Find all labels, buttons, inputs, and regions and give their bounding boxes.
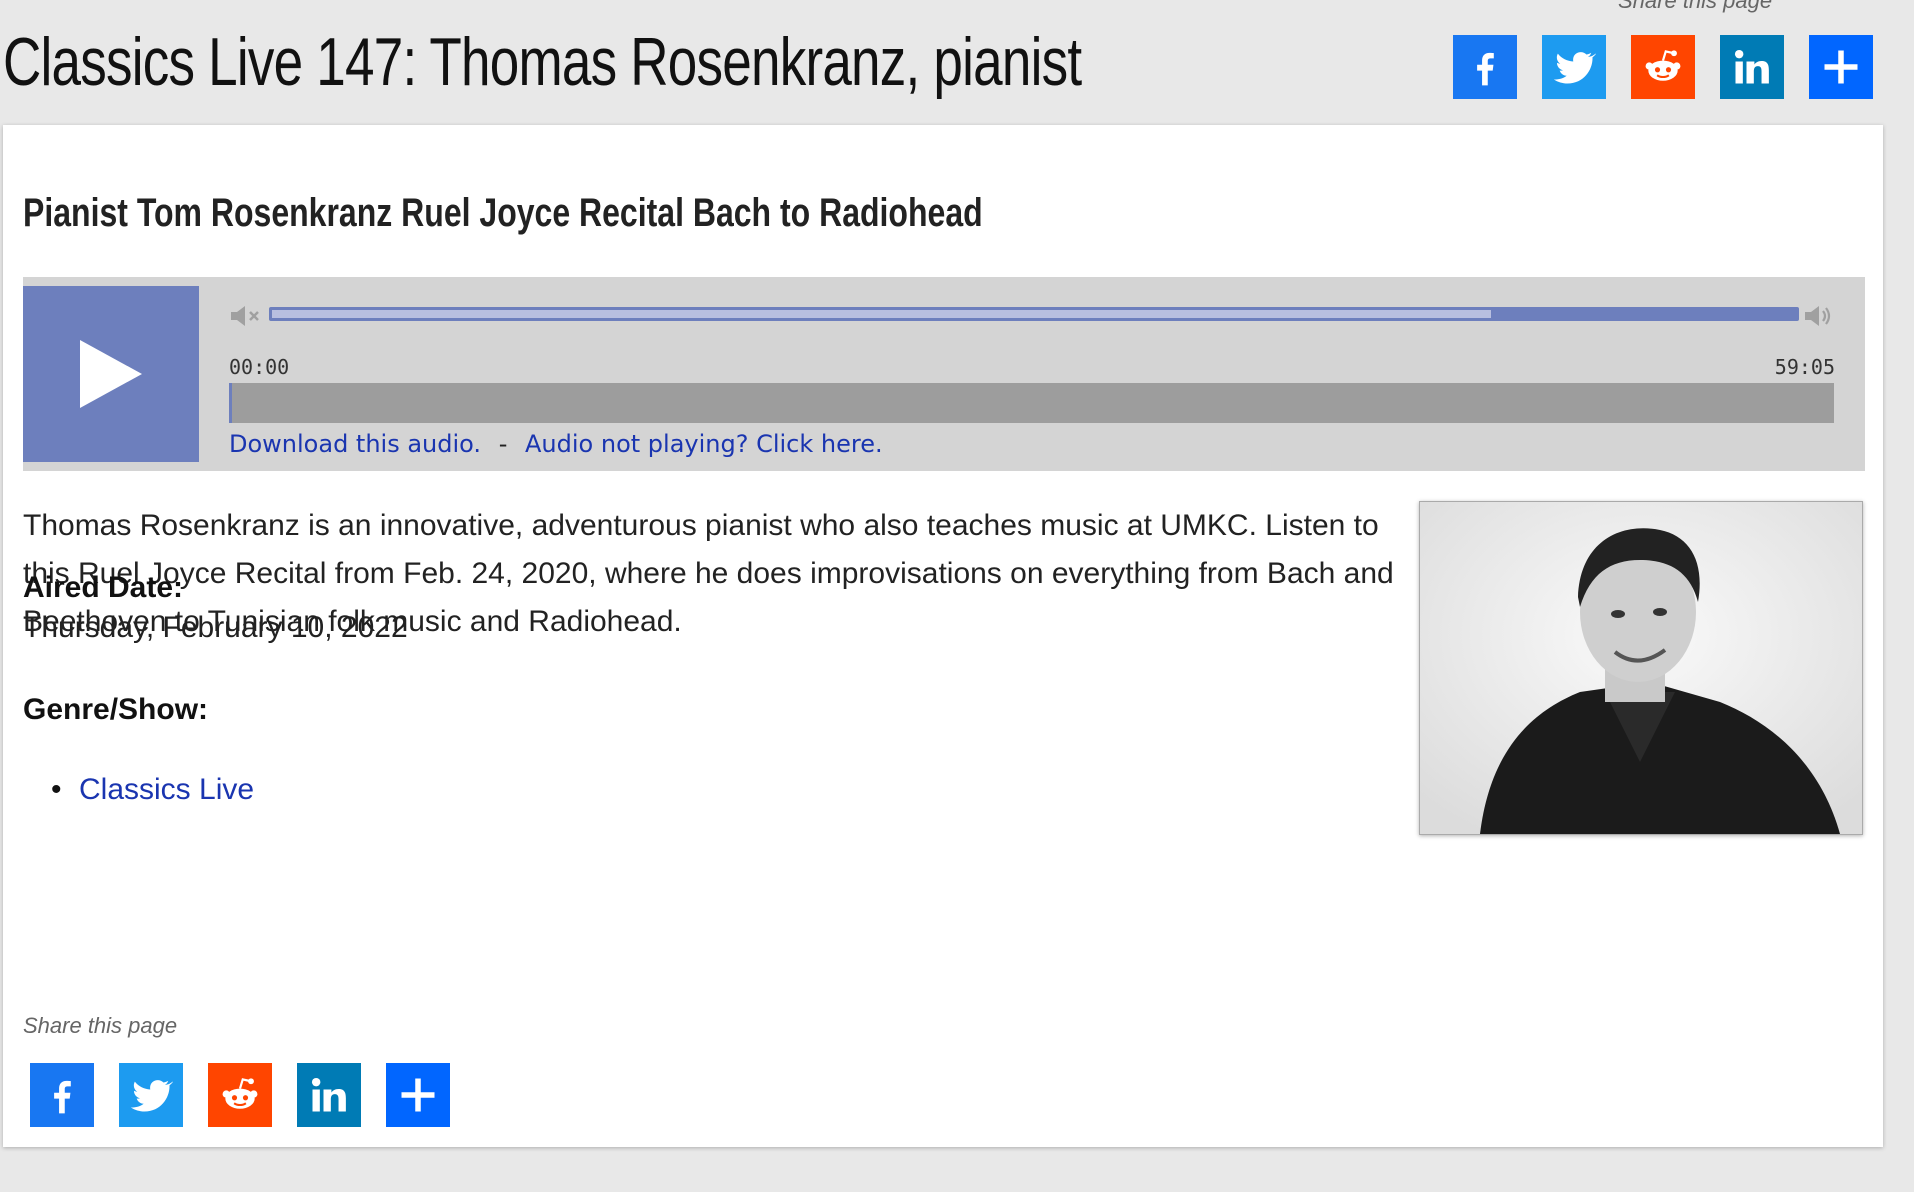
genre-show-label: Genre/Show: [23,693,209,726]
aired-date-label: Aired Date: [23,571,184,604]
duration: 59:05 [1774,355,1835,379]
reddit-icon [1645,50,1681,81]
audio-player: 00:00 59:05 Download this audio. - Audio… [23,277,1865,471]
twitter-share-button[interactable] [1542,35,1606,99]
episode-subtitle: Pianist Tom Rosenkranz Ruel Joyce Recita… [23,191,983,235]
current-time: 00:00 [229,355,290,379]
reddit-share-button[interactable] [208,1063,272,1127]
mute-icon[interactable] [229,303,263,329]
twitter-share-button[interactable] [119,1063,183,1127]
aired-date-value: Thursday, February 10, 2022 [23,611,408,644]
content-card: Pianist Tom Rosenkranz Ruel Joyce Recita… [3,125,1883,1147]
bottom-share-label: Share this page [23,1013,178,1038]
audio-help-link[interactable]: Audio not playing? Click here. [525,430,883,458]
download-audio-link[interactable]: Download this audio. [229,430,481,458]
plus-icon [401,1078,435,1112]
list-item: Classics Live [51,773,254,807]
seek-bar[interactable] [229,383,1834,423]
twitter-icon [130,1080,173,1112]
bottom-share-buttons [30,1063,450,1127]
link-separator: - [498,430,508,458]
genre-link-classics-live[interactable]: Classics Live [79,773,254,806]
reddit-icon [222,1078,258,1109]
play-icon [80,340,142,408]
facebook-share-button[interactable] [1453,35,1517,99]
reddit-share-button[interactable] [1631,35,1695,99]
genre-list: Classics Live [51,773,254,807]
seek-bar-fill [229,383,232,423]
volume-slider[interactable] [269,307,1799,321]
facebook-icon [1477,52,1494,86]
linkedin-share-button[interactable] [1720,35,1784,99]
volume-slider-fill [272,310,1492,318]
facebook-icon [54,1080,71,1114]
top-share-label: Share this page [1618,0,1773,13]
linkedin-share-button[interactable] [297,1063,361,1127]
plus-icon [1824,50,1858,84]
top-share-buttons [1453,35,1873,99]
more-share-button[interactable] [386,1063,450,1127]
player-links: Download this audio. - Audio not playing… [229,430,883,458]
volume-max-icon[interactable] [1803,303,1835,329]
twitter-icon [1553,52,1596,84]
page-title: Classics Live 147: Thomas Rosenkranz, pi… [3,24,1082,100]
more-share-button[interactable] [1809,35,1873,99]
linkedin-icon [311,1077,346,1112]
play-button[interactable] [23,286,199,462]
linkedin-icon [1734,49,1769,84]
facebook-share-button[interactable] [30,1063,94,1127]
pianist-photo [1419,501,1863,835]
